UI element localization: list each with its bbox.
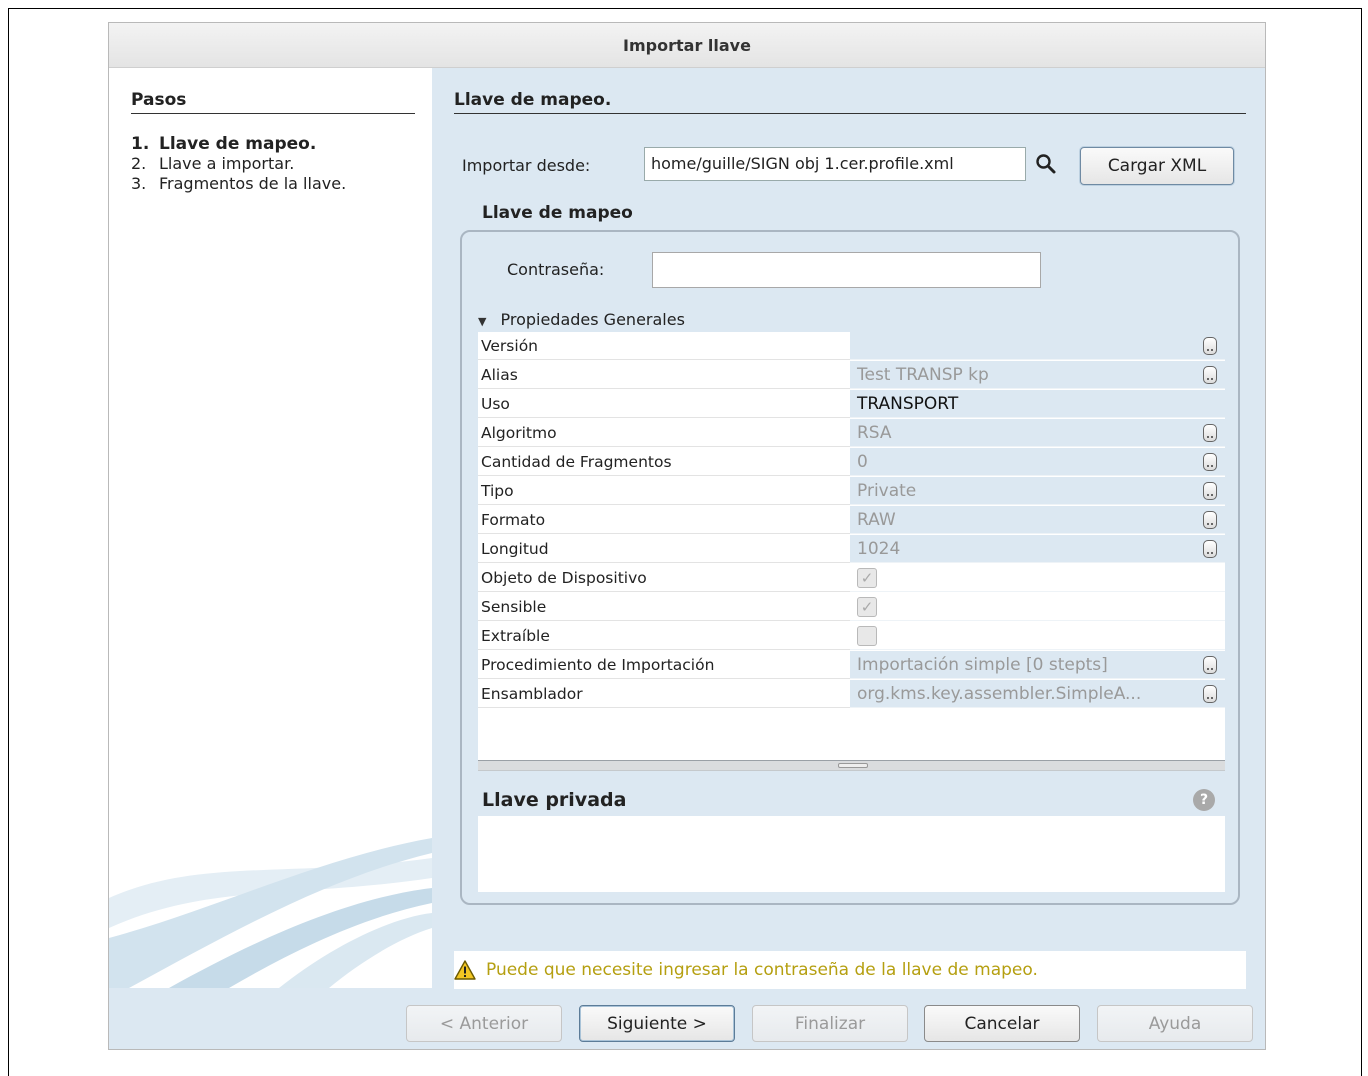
table-row[interactable]: Ensamblador org.kms.key.assembler.Simple… [478,680,1225,709]
edit-icon[interactable] [1203,482,1217,500]
step-item: 2. Llave a importar. [131,154,295,173]
table-row[interactable]: Longitud 1024 [478,535,1225,564]
edit-icon[interactable] [1203,656,1217,674]
property-value[interactable]: TRANSPORT [850,390,1225,418]
load-xml-button[interactable]: Cargar XML [1080,147,1234,185]
property-value[interactable]: RSA [850,419,1225,447]
property-value[interactable]: 0 [850,448,1225,476]
mapping-key-group-title: Llave de mapeo [482,203,633,223]
table-row[interactable]: Extraíble [478,622,1225,651]
property-name: Versión [478,332,850,360]
property-name: Uso [478,390,850,418]
edit-icon[interactable] [1203,453,1217,471]
general-properties-header[interactable]: ▼ Propiedades Generales [478,310,685,329]
steps-panel: Pasos 1. Llave de mapeo. 2. Llave a import… [109,68,432,988]
edit-icon[interactable] [1203,366,1217,384]
property-name: Objeto de Dispositivo [478,564,850,592]
property-value [850,622,1225,650]
property-value[interactable]: RAW [850,506,1225,534]
private-key-title: Llave privada [482,789,627,811]
wizard-decoration [109,838,432,988]
table-row[interactable]: Tipo Private [478,477,1225,506]
steps-list: 1. Llave de mapeo. 2. Llave a importar. 3.… [131,134,346,194]
general-properties-label: Propiedades Generales [500,310,685,329]
property-value[interactable]: Test TRANSP kp [850,361,1225,389]
property-name: Sensible [478,593,850,621]
edit-icon[interactable] [1203,337,1217,355]
splitter-grip[interactable] [838,763,868,768]
table-row[interactable]: Cantidad de Fragmentos 0 [478,448,1225,477]
help-icon[interactable]: ? [1193,789,1215,811]
property-name: Ensamblador [478,680,850,708]
next-button[interactable]: Siguiente > [579,1005,735,1042]
table-row[interactable]: Uso TRANSPORT [478,390,1225,419]
warning-message: Puede que necesite ingresar la contraseñ… [454,951,1246,989]
table-row[interactable]: Alias Test TRANSP kp [478,361,1225,390]
button-bar: < Anterior Siguiente > Finalizar Cancela… [109,988,1265,1049]
property-name: Formato [478,506,850,534]
edit-icon[interactable] [1203,685,1217,703]
import-path-field[interactable]: home/guille/SIGN obj 1.cer.profile.xml [644,147,1026,181]
splitter-handle[interactable] [478,760,1225,771]
property-value[interactable]: 1024 [850,535,1225,563]
sensitive-checkbox[interactable]: ✓ [857,597,877,617]
extractable-checkbox[interactable] [857,626,877,646]
password-label: Contraseña: [507,260,605,279]
table-row[interactable]: Procedimiento de Importación Importación… [478,651,1225,680]
panel-title: Llave de mapeo. [454,90,1246,114]
warning-text: Puede que necesite ingresar la contraseñ… [486,960,1038,980]
table-row[interactable]: Objeto de Dispositivo ✓ [478,564,1225,593]
finish-button[interactable]: Finalizar [752,1005,908,1042]
property-name: Algoritmo [478,419,850,447]
property-value[interactable]: Private [850,477,1225,505]
window-titlebar: Importar llave [109,23,1265,68]
property-name: Longitud [478,535,850,563]
step-item: 3. Fragmentos de la llave. [131,174,347,193]
window-title: Importar llave [623,35,751,55]
table-row[interactable]: Algoritmo RSA [478,419,1225,448]
password-field[interactable] [652,252,1041,288]
property-value: ✓ [850,564,1225,592]
edit-icon[interactable] [1203,424,1217,442]
property-value[interactable]: org.kms.key.assembler.SimpleA... [850,680,1225,708]
search-icon[interactable] [1034,152,1058,176]
property-name: Cantidad de Fragmentos [478,448,850,476]
edit-icon[interactable] [1203,511,1217,529]
content-panel: Llave de mapeo. Importar desde: home/gui… [432,68,1265,989]
property-value[interactable] [850,332,1225,360]
property-name: Tipo [478,477,850,505]
properties-table: Versión Alias Test TRANSP kp Uso TRANSPO… [478,332,1225,760]
mapping-key-group: Contraseña: ▼ Propiedades Generales Versi… [460,230,1240,905]
table-row[interactable]: Sensible ✓ [478,593,1225,622]
import-from-label: Importar desde: [462,156,591,175]
steps-title: Pasos [131,90,415,114]
step-item-current: 1. Llave de mapeo. [131,134,317,154]
property-name: Extraíble [478,622,850,650]
property-value[interactable]: Importación simple [0 stepts] [850,651,1225,679]
property-name: Alias [478,361,850,389]
help-button[interactable]: Ayuda [1097,1005,1253,1042]
property-value: ✓ [850,593,1225,621]
table-row[interactable]: Formato RAW [478,506,1225,535]
cancel-button[interactable]: Cancelar [924,1005,1080,1042]
import-key-dialog: Importar llave Pasos 1. Llave de mapeo. 2… [108,22,1266,1050]
warning-icon [454,960,476,980]
table-row[interactable]: Versión [478,332,1225,361]
property-name: Procedimiento de Importación [478,651,850,679]
edit-icon[interactable] [1203,540,1217,558]
previous-button[interactable]: < Anterior [406,1005,562,1042]
collapse-triangle-icon[interactable]: ▼ [478,315,486,328]
private-key-area [478,816,1225,892]
device-object-checkbox[interactable]: ✓ [857,568,877,588]
